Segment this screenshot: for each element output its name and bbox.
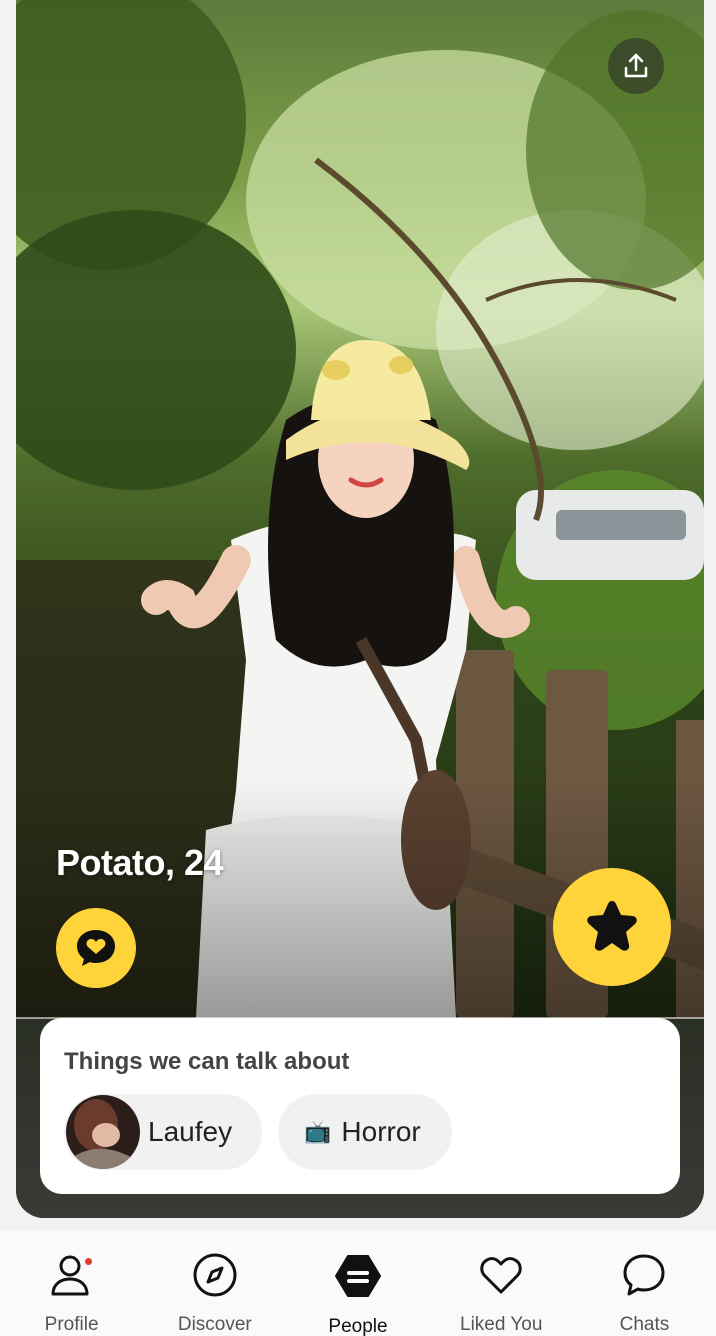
nav-item-discover[interactable]: Discover	[143, 1230, 286, 1336]
topic-label: Horror	[341, 1116, 421, 1147]
chat-icon	[618, 1252, 670, 1298]
talk-about-title: Things we can talk about	[64, 1048, 350, 1075]
profile-name-age: Potato, 24	[56, 842, 224, 883]
bottom-nav: Profile Discover People Liked You Chats	[0, 1230, 716, 1336]
nav-item-profile[interactable]: Profile	[0, 1230, 143, 1336]
share-icon	[624, 53, 648, 78]
topic-chip-horror[interactable]: 📺 Horror	[278, 1094, 452, 1170]
notification-badge	[82, 1256, 94, 1267]
artist-avatar	[66, 1095, 140, 1169]
heart-chat-icon	[77, 930, 115, 966]
nav-label: People	[328, 1316, 388, 1336]
profile-icon	[46, 1252, 98, 1298]
nav-label: Discover	[177, 1314, 252, 1335]
compass-icon	[189, 1252, 241, 1298]
nav-item-liked-you[interactable]: Liked You	[430, 1230, 573, 1336]
talk-about-card: Things we can talk about Laufey 📺 Horror	[40, 1018, 680, 1194]
topic-label: Laufey	[148, 1116, 233, 1147]
star-icon	[587, 901, 637, 951]
superswipe-button[interactable]	[553, 868, 671, 986]
tv-icon: 📺	[304, 1119, 332, 1144]
share-button[interactable]	[608, 38, 664, 94]
nav-label: Chats	[619, 1314, 670, 1335]
people-icon	[332, 1252, 384, 1300]
app-root: Potato, 24 Things we can talk about Lauf…	[0, 0, 716, 1336]
nav-item-people[interactable]: People	[286, 1230, 429, 1336]
heart-icon	[475, 1252, 527, 1298]
compliment-button[interactable]	[56, 908, 136, 988]
profile-card[interactable]: Potato, 24 Things we can talk about Lauf…	[16, 0, 704, 1218]
nav-item-chats[interactable]: Chats	[573, 1230, 716, 1336]
nav-label: Liked You	[460, 1314, 543, 1335]
nav-label: Profile	[44, 1314, 99, 1335]
topic-chip-laufey[interactable]: Laufey	[64, 1094, 262, 1170]
